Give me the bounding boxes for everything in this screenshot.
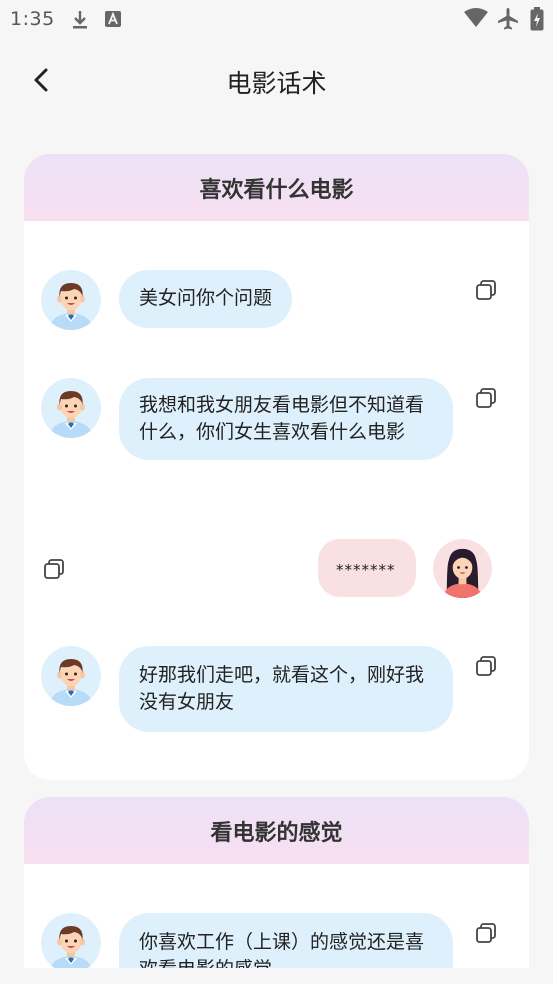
app-header: 电影话术: [0, 52, 553, 108]
section-card: 看电影的感觉 你喜欢工作（上课）的感觉还是喜欢看电影的感觉: [24, 797, 529, 984]
status-time: 1:35: [10, 8, 55, 30]
avatar-boy: [41, 378, 101, 438]
avatar-girl: [433, 539, 492, 598]
wifi-icon: [464, 8, 488, 27]
copy-icon[interactable]: [475, 279, 497, 301]
bottom-edge: [0, 968, 553, 984]
list-item: 美女问你个问题: [24, 270, 529, 330]
font-a-icon: [105, 11, 121, 27]
avatar-boy: [41, 913, 101, 973]
copy-icon[interactable]: [475, 655, 497, 677]
message-bubble: 我想和我女朋友看电影但不知道看什么，你们女生喜欢看什么电影: [119, 378, 453, 460]
download-icon: [73, 11, 87, 29]
section-title: 看电影的感觉: [24, 797, 529, 864]
list-item: 我想和我女朋友看电影但不知道看什么，你们女生喜欢看什么电影: [24, 378, 529, 490]
message-bubble: 美女问你个问题: [119, 270, 293, 328]
avatar-boy: [41, 270, 101, 330]
avatar-boy: [41, 646, 101, 706]
copy-icon[interactable]: [475, 922, 497, 944]
list-item: 好那我们走吧，就看这个，刚好我没有女朋友: [24, 646, 529, 732]
status-bar: 1:35: [0, 0, 553, 40]
airplane-icon: [498, 8, 518, 30]
battery-charging-icon: [530, 7, 544, 31]
message-bubble: *******: [318, 539, 416, 597]
section-card: 喜欢看什么电影 美女问你个问题 我想和我女朋友看电影但不知道看什么，你们女生喜欢…: [24, 154, 529, 780]
page-title: 电影话术: [226, 69, 327, 98]
section-title: 喜欢看什么电影: [24, 154, 529, 221]
list-item: *******: [24, 538, 529, 598]
copy-icon[interactable]: [475, 387, 497, 409]
copy-icon[interactable]: [43, 558, 65, 580]
message-bubble: 好那我们走吧，就看这个，刚好我没有女朋友: [119, 646, 453, 732]
